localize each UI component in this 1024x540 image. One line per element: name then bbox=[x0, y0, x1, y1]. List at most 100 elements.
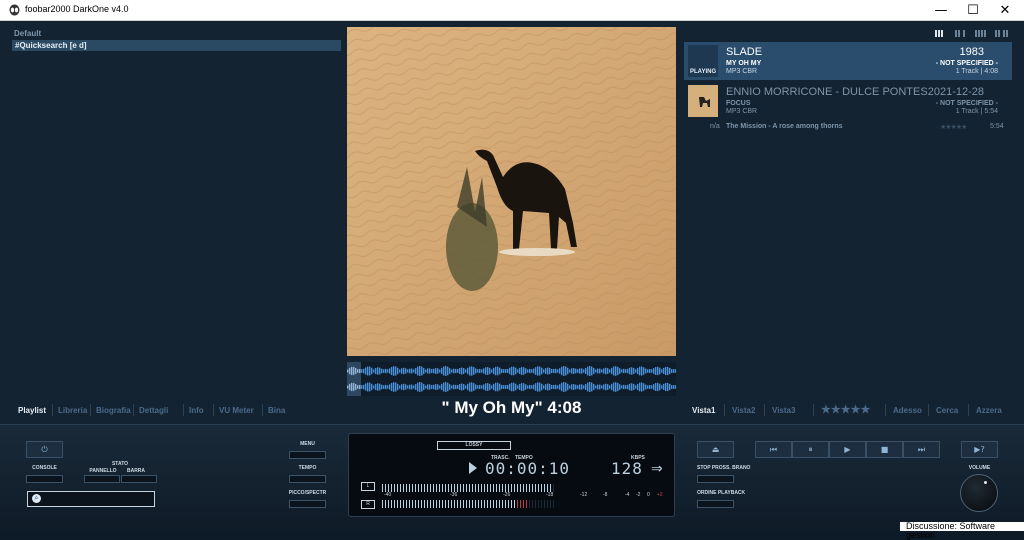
meter-segment bbox=[538, 484, 539, 492]
waveform-bar bbox=[637, 367, 639, 375]
meter-segment bbox=[460, 484, 461, 492]
waveform-bar bbox=[465, 369, 467, 373]
waveform-bar bbox=[605, 383, 607, 391]
view-columns-2-icon[interactable] bbox=[955, 30, 966, 37]
waveform-bar bbox=[371, 367, 373, 375]
stop-button[interactable]: ■ bbox=[866, 441, 903, 458]
waveform-bar bbox=[417, 366, 419, 376]
waveform-bar bbox=[523, 367, 525, 375]
waveform-bar bbox=[585, 384, 587, 390]
pause-button[interactable]: ⏸ bbox=[792, 441, 829, 458]
waveform-bar bbox=[503, 385, 505, 389]
title-bar: foobar2000 DarkOne v4.0 — ☐ ✕ bbox=[0, 0, 1024, 21]
meter-segment bbox=[442, 484, 443, 492]
meter-segment bbox=[433, 500, 434, 508]
track-row[interactable]: n/a The Mission - A rose among thorns ★★… bbox=[684, 123, 1012, 133]
meter-segment bbox=[394, 484, 395, 492]
waveform-bar bbox=[549, 383, 551, 391]
meter-segment bbox=[415, 484, 416, 492]
meter-segment bbox=[439, 484, 440, 492]
waveform-bar bbox=[649, 369, 651, 373]
waveform-bar bbox=[521, 383, 523, 391]
waveform-bar bbox=[465, 385, 467, 389]
play-button[interactable]: ▶ bbox=[829, 441, 866, 458]
previous-button[interactable]: ⏮ bbox=[755, 441, 792, 458]
random-button[interactable]: ▶? bbox=[961, 441, 998, 458]
pannello-toggle[interactable] bbox=[84, 475, 120, 483]
tab-vista1[interactable]: Vista1 bbox=[692, 406, 715, 415]
menu-toggle[interactable] bbox=[289, 451, 326, 459]
waveform-bar bbox=[421, 366, 423, 376]
meter-segment bbox=[430, 484, 431, 492]
tab-vista2[interactable]: Vista2 bbox=[732, 406, 755, 415]
waveform-bar bbox=[615, 366, 617, 376]
waveform-bar bbox=[481, 385, 483, 389]
tab-vista3[interactable]: Vista3 bbox=[772, 406, 795, 415]
search-input[interactable]: ⌕ bbox=[27, 491, 155, 507]
meter-segment bbox=[481, 500, 482, 508]
waveform-seekbar[interactable] bbox=[347, 362, 676, 396]
waveform-bar bbox=[653, 368, 655, 374]
view-columns-4-icon[interactable] bbox=[975, 30, 986, 37]
waveform-bar bbox=[511, 382, 513, 392]
maximize-button[interactable]: ☐ bbox=[956, 0, 990, 21]
waveform-bar bbox=[629, 383, 631, 391]
tab-azzera[interactable]: Azzera bbox=[976, 406, 1002, 415]
next-button[interactable]: ⏭ bbox=[903, 441, 940, 458]
console-toggle[interactable] bbox=[26, 475, 63, 483]
meter-segment bbox=[448, 500, 449, 508]
tab-dettagli[interactable]: Dettagli bbox=[139, 406, 168, 415]
track-title: The Mission - A rose among thorns bbox=[726, 123, 843, 130]
barra-toggle[interactable] bbox=[121, 475, 157, 483]
waveform-bar bbox=[669, 383, 671, 391]
waveform-bar bbox=[533, 368, 535, 374]
picco-toggle[interactable] bbox=[289, 500, 326, 508]
waveform-bar bbox=[517, 369, 519, 373]
tab-vu-meter[interactable]: VU Meter bbox=[219, 406, 254, 415]
quicksearch-playlist[interactable]: #Quicksearch [e d] bbox=[12, 40, 341, 51]
playlist-group-slade[interactable]: PLAYING SLADE MY OH MY MP3 CBR 1983 - NO… bbox=[684, 42, 1012, 80]
tab-adesso[interactable]: Adesso bbox=[893, 406, 922, 415]
waveform-bar bbox=[567, 367, 569, 375]
stop-after-toggle[interactable] bbox=[697, 475, 734, 483]
playlist-group-morricone[interactable]: ENNIO MORRICONE - DULCE PONTES FOCUS MP3… bbox=[684, 82, 1012, 120]
tab-playlist[interactable]: Playlist bbox=[18, 406, 46, 415]
waveform-bar bbox=[603, 368, 605, 374]
waveform-bar bbox=[483, 368, 485, 374]
close-button[interactable]: ✕ bbox=[988, 0, 1022, 21]
waveform-bar bbox=[433, 368, 435, 374]
waveform-bar bbox=[601, 385, 603, 389]
view-columns-3-icon[interactable] bbox=[935, 30, 946, 37]
power-button[interactable]: ⏻ bbox=[26, 441, 63, 458]
eject-button[interactable]: ⏏ bbox=[697, 441, 734, 458]
meter-segment bbox=[469, 484, 470, 492]
tab-info[interactable]: Info bbox=[189, 406, 204, 415]
meter-scale-label: -8 bbox=[603, 492, 608, 498]
waveform-bar bbox=[397, 367, 399, 375]
waveform-bar bbox=[503, 369, 505, 373]
waveform-bar bbox=[579, 384, 581, 390]
volume-knob[interactable] bbox=[960, 474, 998, 512]
meter-segment bbox=[532, 484, 533, 492]
waveform-bar bbox=[631, 383, 633, 391]
minimize-button[interactable]: — bbox=[924, 0, 958, 21]
playback-order-toggle[interactable] bbox=[697, 500, 734, 508]
waveform-bar bbox=[455, 384, 457, 390]
tempo-toggle[interactable] bbox=[289, 475, 326, 483]
track-rating[interactable]: ★★★★★ bbox=[940, 123, 967, 131]
waveform-bar bbox=[645, 384, 647, 390]
tab-libreria[interactable]: Libreria bbox=[58, 406, 87, 415]
meter-segment bbox=[445, 500, 446, 508]
waveform-bar bbox=[595, 385, 597, 389]
meter-segment bbox=[382, 500, 383, 508]
tab-rating[interactable]: ★★★★★ bbox=[821, 403, 870, 416]
tab-cerca[interactable]: Cerca bbox=[936, 406, 958, 415]
waveform-bar bbox=[519, 383, 521, 391]
waveform-bar bbox=[453, 384, 455, 390]
tab-biografia[interactable]: Biografia bbox=[96, 406, 131, 415]
meter-segment bbox=[496, 484, 497, 492]
tab-bina[interactable]: Bina bbox=[268, 406, 285, 415]
waveform-bar bbox=[371, 383, 373, 391]
view-columns-wide-icon[interactable] bbox=[995, 30, 1008, 37]
alien-app-icon bbox=[9, 4, 20, 16]
